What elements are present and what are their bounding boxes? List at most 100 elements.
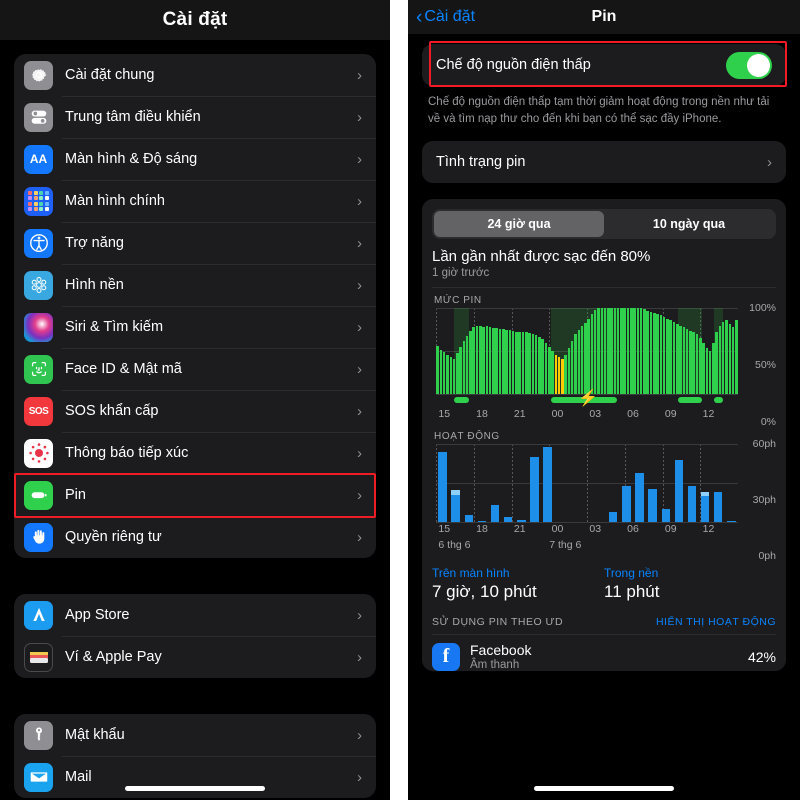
battery-level-chart-title: MỨC PIN bbox=[434, 295, 482, 307]
x-axis-tick-label: 09 bbox=[664, 408, 677, 421]
chart-bar bbox=[485, 326, 489, 395]
sidebar-item-emergency-sos[interactable]: SOS SOS khẩn cấp › bbox=[14, 390, 376, 432]
chart-bar bbox=[672, 322, 676, 395]
time-range-segmented-control[interactable]: 24 giờ qua 10 ngày qua bbox=[432, 209, 776, 240]
wallpaper-icon bbox=[24, 270, 53, 300]
chart-bar bbox=[679, 325, 682, 395]
low-power-mode-toggle[interactable] bbox=[726, 51, 772, 79]
activity-bars bbox=[436, 444, 738, 523]
usage-by-app-header: SỬ DỤNG PIN THEO ƯD HIỂN THỊ HOẠT ĐỘNG bbox=[432, 616, 776, 628]
chart-bar bbox=[731, 327, 735, 395]
privacy-hand-icon bbox=[24, 522, 53, 552]
chart-bar bbox=[495, 328, 498, 395]
chart-bar bbox=[465, 335, 469, 395]
chevron-right-icon: › bbox=[357, 66, 362, 84]
chart-bar bbox=[607, 308, 610, 395]
stat-label: Trong nền bbox=[604, 566, 659, 581]
sidebar-item-wallpaper[interactable]: Hình nền › bbox=[14, 264, 376, 306]
x-axis-tick-label: 21 bbox=[513, 408, 526, 421]
app-usage-row[interactable]: f Facebook Âm thanh 42% bbox=[422, 635, 786, 671]
show-activity-button[interactable]: HIỂN THỊ HOẠT ĐỘNG bbox=[656, 616, 776, 628]
chart-bar bbox=[574, 334, 577, 395]
chart-bar bbox=[700, 492, 710, 523]
chart-bar bbox=[521, 332, 525, 395]
stat-value: 11 phút bbox=[604, 582, 660, 602]
home-indicator bbox=[534, 786, 674, 791]
screenshot-root: Cài đặt Cài đặt chung › Trung tâm điều k… bbox=[0, 0, 800, 800]
x-axis-day-label: 6 thg 6 bbox=[438, 539, 471, 552]
chart-bar bbox=[498, 328, 502, 395]
sidebar-item-accessibility[interactable]: Trợ năng › bbox=[14, 222, 376, 264]
chevron-right-icon: › bbox=[357, 108, 362, 126]
chart-bar bbox=[475, 326, 479, 395]
sos-icon: SOS bbox=[24, 396, 53, 426]
sidebar-item-exposure-notifications[interactable]: Thông báo tiếp xúc › bbox=[14, 432, 376, 474]
battery-level-plot bbox=[436, 308, 738, 396]
chart-bar bbox=[616, 308, 620, 395]
sidebar-item-general[interactable]: Cài đặt chung › bbox=[14, 54, 376, 96]
sidebar-item-label: Trợ năng bbox=[65, 235, 124, 251]
sidebar-item-siri[interactable]: Siri & Tìm kiếm › bbox=[14, 306, 376, 348]
activity-y-axis: 0ph 30ph 60ph bbox=[740, 438, 776, 562]
tab-last-24-hours[interactable]: 24 giờ qua bbox=[434, 211, 604, 238]
chevron-right-icon: › bbox=[357, 360, 362, 378]
chart-bar bbox=[590, 313, 594, 395]
chevron-right-icon: › bbox=[357, 486, 362, 504]
sidebar-item-home-screen[interactable]: Màn hình chính › bbox=[14, 180, 376, 222]
x-axis-tick-label: 18 bbox=[476, 408, 488, 421]
home-screen-icon bbox=[24, 186, 53, 216]
chart-bar bbox=[656, 313, 659, 395]
control-center-icon bbox=[24, 102, 53, 132]
chart-bar bbox=[635, 472, 644, 523]
sidebar-item-label: Ví & Apple Pay bbox=[65, 649, 162, 665]
battery-health-row[interactable]: Tình trạng pin › bbox=[422, 141, 786, 183]
battery-health-card: Tình trạng pin › bbox=[422, 141, 786, 184]
sidebar-item-app-store[interactable]: App Store › bbox=[14, 594, 376, 636]
settings-nav-bar: Cài đặt bbox=[0, 0, 390, 40]
settings-list[interactable]: Cài đặt chung › Trung tâm điều khiển › A… bbox=[0, 40, 390, 798]
chart-bar bbox=[564, 354, 567, 395]
sidebar-item-privacy[interactable]: Quyền riêng tư › bbox=[14, 516, 376, 558]
sidebar-item-control-center[interactable]: Trung tâm điều khiển › bbox=[14, 96, 376, 138]
sidebar-item-label: Face ID & Mật mã bbox=[65, 361, 182, 377]
chart-bar bbox=[442, 352, 446, 395]
last-charge-subtitle: 1 giờ trước bbox=[432, 267, 490, 280]
battery-icon bbox=[24, 480, 53, 510]
chart-bar bbox=[508, 329, 512, 395]
y-axis-tick-label: 60ph bbox=[752, 438, 776, 451]
chart-bar bbox=[676, 323, 679, 395]
x-axis-tick-label: 06 bbox=[627, 523, 639, 536]
chart-bar bbox=[674, 459, 684, 523]
sidebar-item-wallet[interactable]: Ví & Apple Pay › bbox=[14, 636, 376, 678]
x-axis-tick-label: 21 bbox=[513, 523, 526, 536]
chart-bar bbox=[557, 357, 561, 395]
sidebar-item-label: App Store bbox=[65, 607, 130, 623]
chart-bar bbox=[643, 309, 646, 395]
chart-bar bbox=[451, 489, 460, 523]
facebook-icon: f bbox=[432, 642, 460, 671]
sidebar-item-label: Mật khẩu bbox=[65, 727, 125, 743]
sidebar-item-passwords[interactable]: Mật khẩu › bbox=[14, 714, 376, 756]
sidebar-item-face-id[interactable]: Face ID & Mật mã › bbox=[14, 348, 376, 390]
tab-last-10-days[interactable]: 10 ngày qua bbox=[604, 211, 774, 237]
chart-bar bbox=[530, 457, 539, 523]
chart-bar bbox=[646, 310, 649, 395]
y-axis-tick-label: 0% bbox=[760, 416, 776, 429]
app-name: Facebook bbox=[470, 642, 532, 659]
chart-bar bbox=[547, 347, 551, 395]
charging-bolt-icon: ⚡ bbox=[577, 390, 598, 408]
face-id-icon bbox=[24, 354, 53, 384]
chart-bar bbox=[721, 322, 725, 395]
sidebar-item-mail[interactable]: Mail › bbox=[14, 756, 376, 798]
sidebar-item-display[interactable]: AA Màn hình & Độ sáng › bbox=[14, 138, 376, 180]
chart-bar bbox=[482, 327, 485, 395]
x-axis-tick-label: 15 bbox=[438, 408, 451, 421]
low-power-mode-row[interactable]: Chế độ nguồn điện thấp bbox=[422, 44, 786, 86]
sidebar-item-battery[interactable]: Pin › bbox=[14, 474, 376, 516]
charging-period bbox=[454, 397, 470, 404]
toggle-knob bbox=[747, 53, 770, 77]
x-axis-tick-label: 12 bbox=[702, 523, 715, 536]
chart-bar bbox=[695, 334, 699, 395]
chart-bar bbox=[639, 308, 643, 395]
chart-bar bbox=[705, 347, 709, 395]
